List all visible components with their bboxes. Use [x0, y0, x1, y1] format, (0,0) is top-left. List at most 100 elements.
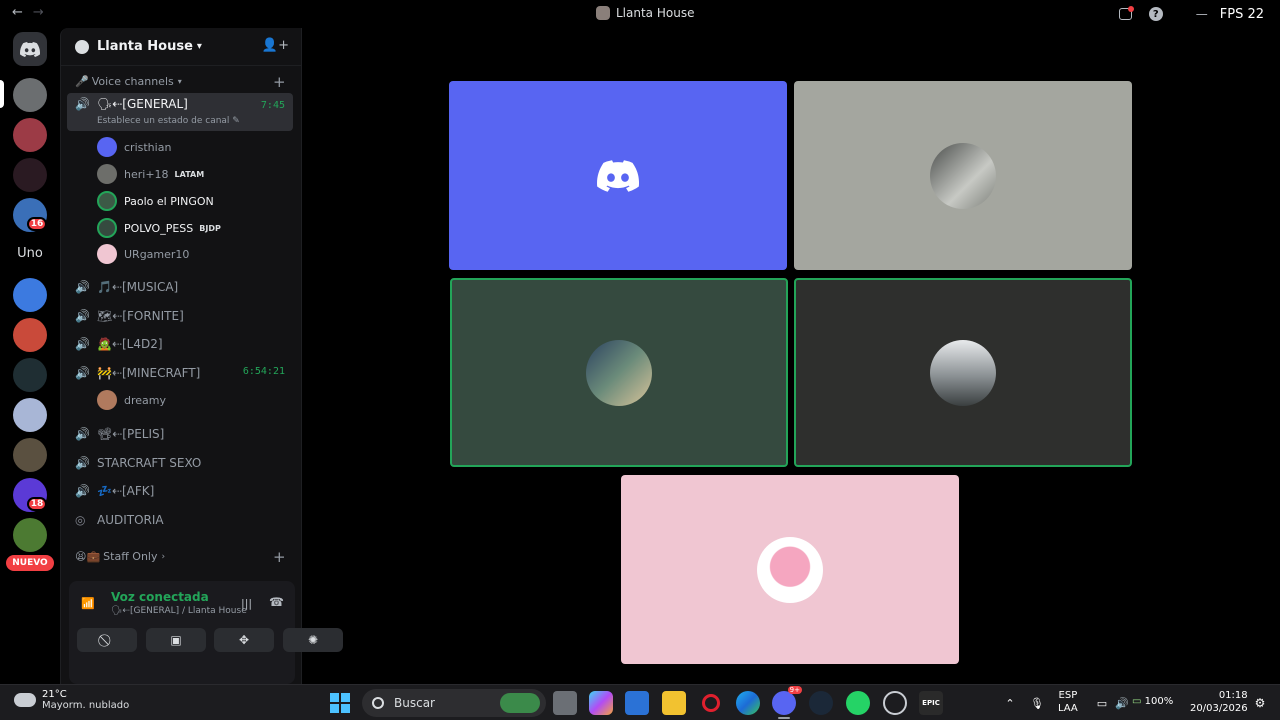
server-item-6[interactable] — [13, 318, 47, 352]
opera-icon[interactable] — [699, 691, 723, 715]
speaker-icon: 🔊 — [75, 280, 90, 294]
minimize-icon[interactable]: — — [1194, 6, 1210, 22]
avatar — [586, 339, 652, 406]
screen-share-button[interactable]: ▣ — [146, 628, 206, 652]
invite-people-icon[interactable]: 👤+ — [262, 38, 289, 53]
soundboard-button[interactable]: ✺ — [283, 628, 343, 652]
participant-tile-urgamer[interactable] — [621, 475, 959, 664]
activities-button[interactable]: ✥ — [214, 628, 274, 652]
microphone-icon[interactable]: 🎙 — [1025, 691, 1049, 715]
windows-taskbar: 21°C Mayorm. nublado Buscar 9+ EPIC ⌃ 🎙 … — [0, 684, 1280, 720]
clock[interactable]: 01:18 20/03/2026 — [1190, 689, 1248, 715]
selected-indicator — [0, 80, 4, 108]
search-box[interactable]: Buscar — [362, 689, 546, 717]
start-button[interactable] — [328, 691, 352, 715]
channel-auditoria[interactable]: ◎ AUDITORIA — [67, 506, 293, 534]
server-name: Llanta House — [97, 39, 193, 54]
whatsapp-icon[interactable] — [846, 691, 870, 715]
edge-icon[interactable] — [736, 691, 760, 715]
participant-tile-polvo[interactable] — [794, 278, 1132, 467]
channel-general[interactable]: 🔊 🗣⇠[GENERAL] 7:45 Establece un estado d… — [67, 93, 293, 131]
search-highlight-icon — [500, 693, 540, 713]
channel-status[interactable]: Establece un estado de canal ✎ — [97, 116, 240, 126]
participant-tile-cristhian[interactable] — [449, 81, 787, 270]
soundboard-icon: ✺ — [307, 633, 319, 647]
channel-pelis[interactable]: 🔊 📽⇠[PELIS] — [67, 420, 293, 448]
avatar — [97, 218, 117, 238]
participant-tile-heri[interactable] — [794, 81, 1132, 270]
server-uno[interactable]: Uno — [12, 242, 48, 266]
weather-widget[interactable]: 21°C Mayorm. nublado — [14, 687, 129, 711]
back-arrow-icon[interactable]: ← — [12, 5, 23, 20]
channel-label: 🗺⇠[FORNITE] — [97, 309, 184, 323]
notifications-icon[interactable]: ⚙ — [1248, 691, 1272, 715]
search-icon — [372, 697, 384, 709]
inbox-icon[interactable] — [1118, 6, 1135, 22]
file-explorer-icon[interactable] — [662, 691, 686, 715]
server-settings-icon[interactable] — [13, 278, 47, 312]
add-channel-icon[interactable]: + — [273, 73, 286, 91]
window-title: Llanta House — [596, 6, 694, 20]
speaker-icon: 🔊 — [75, 309, 90, 323]
category-staff-only[interactable]: 😫💼 Staff Only › + — [75, 548, 286, 566]
speaker-icon: 🔊 — [75, 337, 90, 351]
fps-counter: FPS 22 — [1219, 6, 1264, 22]
battery-percent: 100% — [1144, 696, 1174, 707]
window-title-text: Llanta House — [616, 6, 695, 20]
chevron-up-icon[interactable]: ⌃ — [998, 691, 1022, 715]
channel-musica[interactable]: 🔊 🎵⇠[MUSICA] — [67, 273, 293, 301]
voice-user[interactable]: dreamy — [97, 389, 166, 411]
channel-l4d2[interactable]: 🔊 🧟⇠[L4D2] — [67, 330, 293, 358]
discord-taskbar-icon[interactable]: 9+ — [772, 686, 802, 715]
server-item-11[interactable] — [13, 518, 47, 552]
server-llanta-house[interactable] — [13, 78, 47, 112]
channel-starcraft[interactable]: 🔊 STARCRAFT SEXO — [67, 449, 293, 477]
language-indicator[interactable]: ESP LAA — [1058, 689, 1078, 715]
avatar — [97, 137, 117, 157]
help-icon[interactable]: ? — [1148, 6, 1164, 22]
task-view-icon[interactable] — [553, 691, 577, 715]
participant-tile-paolo[interactable] — [450, 278, 788, 467]
discord-home-button[interactable] — [13, 32, 47, 66]
signal-icon[interactable]: 📶 — [81, 597, 99, 611]
voice-user[interactable]: URgamer10 — [97, 243, 189, 265]
server-item-2[interactable] — [13, 118, 47, 152]
channel-afk[interactable]: 🔊 💤⇠[AFK] — [67, 477, 293, 505]
camera-off-button[interactable]: ⃠ — [77, 628, 137, 652]
avatar — [930, 339, 996, 406]
add-channel-icon[interactable]: + — [273, 548, 286, 566]
speaker-icon: 🔊 — [75, 366, 90, 380]
volume-icon[interactable]: 🔊 — [1110, 691, 1134, 715]
server-item-9[interactable] — [13, 438, 47, 472]
voice-user[interactable]: Paolo el PINGON — [97, 190, 214, 212]
server-item-3[interactable] — [13, 158, 47, 192]
server-header[interactable]: Llanta House ▾ 👤+ — [61, 28, 301, 66]
voice-user[interactable]: cristhian — [97, 136, 171, 158]
category-label: Staff Only — [103, 550, 158, 563]
channel-timer: 7:45 — [260, 100, 285, 111]
steam-icon[interactable] — [809, 691, 833, 715]
server-item-8[interactable] — [13, 398, 47, 432]
server-item-7[interactable] — [13, 358, 47, 392]
voice-status-channel[interactable]: 🗣⇠[GENERAL] / Llanta House — [111, 606, 247, 616]
overlay-app-icon[interactable] — [883, 691, 907, 715]
forward-arrow-icon[interactable]: → — [33, 5, 44, 20]
noise-suppression-icon[interactable]: ||| — [241, 597, 252, 610]
category-voice-channels[interactable]: 🎤 Voice channels ▾ + — [75, 73, 286, 91]
clock-time: 01:18 — [1218, 690, 1248, 701]
speaker-icon: 🔊 — [75, 456, 90, 470]
voice-user[interactable]: POLVO_PESS BJDP — [97, 217, 221, 239]
channel-minecraft[interactable]: 🔊 🚧⇠[MINECRAFT] 6:54:21 — [67, 359, 293, 387]
store-icon[interactable] — [625, 691, 649, 715]
voice-user[interactable]: heri+18 LATAM — [97, 163, 204, 185]
avatar — [757, 536, 823, 603]
disconnect-icon[interactable]: ☎ — [269, 595, 284, 609]
channel-fornite[interactable]: 🔊 🗺⇠[FORNITE] — [67, 302, 293, 330]
battery-indicator[interactable]: ▭ 100% — [1132, 695, 1173, 708]
avatar — [97, 164, 117, 184]
mention-badge: 16 — [27, 217, 47, 231]
windows-logo-icon — [330, 693, 350, 713]
briefcase-icon: 😫💼 — [75, 550, 101, 563]
copilot-icon[interactable] — [589, 691, 613, 715]
epic-games-icon[interactable]: EPIC — [919, 691, 943, 715]
